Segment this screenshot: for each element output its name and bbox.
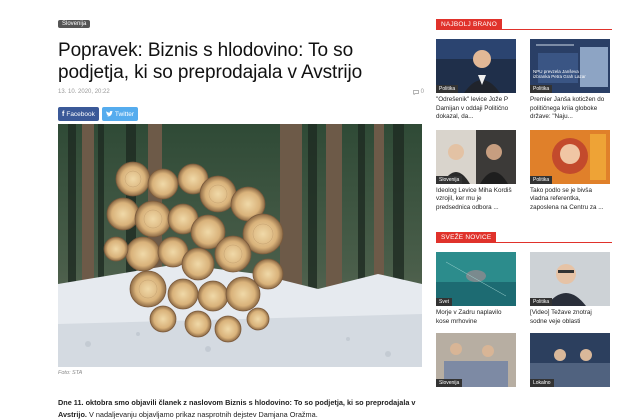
thumb-image: Slovenija (436, 129, 516, 184)
twitter-icon (106, 111, 113, 117)
thumb-image: Slovenija (436, 333, 516, 387)
article-meta: 13. 10. 2020, 20:22 0 (58, 89, 424, 95)
popular-item-title: "Odrešenik" levice Jože P Damijan v odda… (436, 96, 509, 120)
thumb-image: Lokalno (530, 333, 610, 387)
popular-item-3[interactable]: Slovenija Ideolog Levice Miha Kordiš vzr… (436, 129, 516, 213)
sidebar: NAJBOLJ BRANO Politika "Odrešenik" levic… (436, 18, 612, 387)
popular-item-2[interactable]: NPU prevzela Janševa izbranka Petra Grah… (530, 39, 610, 122)
thumb-overlay-text: NPU prevzela Janševa izbranka Petra Grah… (533, 69, 586, 79)
fresh-item-3[interactable]: Slovenija (436, 333, 516, 387)
popular-item-title: Premier Janša koticžen do političnega kr… (530, 96, 605, 120)
thumb-image: Politika (436, 39, 516, 93)
thumb-image: NPU prevzela Janševa izbranka Petra Grah… (530, 39, 610, 93)
article-date: 13. 10. 2020, 20:22 (58, 89, 110, 95)
article-lead: Dne 11. oktobra smo objavili članek z na… (58, 397, 424, 420)
twitter-share-button[interactable]: Twitter (101, 107, 139, 121)
popular-section: NAJBOLJ BRANO Politika "Odrešenik" levic… (436, 18, 612, 212)
popular-item-title: Tako podlo se je bivša vladna referentka… (530, 186, 604, 211)
fresh-news-section: SVEŽE NOVICE Svet Morje v Zadru naplavil… (436, 231, 612, 387)
facebook-share-button[interactable]: f Facebook (58, 107, 99, 121)
article-image-logs (58, 124, 422, 367)
comments-number: 0 (420, 89, 424, 95)
thumb-image: Politika (530, 252, 610, 306)
article-title: Popravek: Biznis s hlodovino: To so podj… (58, 40, 363, 83)
popular-item-1[interactable]: Politika "Odrešenik" levice Jože P Damij… (436, 39, 516, 122)
fresh-item-4[interactable]: Lokalno (530, 333, 610, 387)
fresh-item-title: [Video] Težave znotraj sodne veje oblast… (530, 309, 592, 325)
popular-heading: NAJBOLJ BRANO (436, 18, 612, 30)
popular-item-4[interactable]: Politika Tako podlo se je bivša vladna r… (530, 129, 610, 213)
share-buttons: f Facebook Twitter (58, 107, 424, 121)
fresh-news-heading: SVEŽE NOVICE (436, 231, 612, 243)
lead-rest: V nadaljevanju objavljamo prikaz nasprot… (86, 410, 318, 419)
log-pile-image (58, 124, 422, 367)
comments-count[interactable]: 0 (412, 89, 424, 95)
thumb-image: Politika (530, 129, 610, 184)
fresh-item-2[interactable]: Politika [Video] Težave znotraj sodne ve… (530, 252, 610, 326)
fresh-item-title: Morje v Zadru naplavilo kose mrhovine (436, 309, 502, 325)
image-caption: Foto: STA (58, 370, 83, 376)
twitter-label: Twitter (114, 110, 135, 118)
fresh-item-1[interactable]: Svet Morje v Zadru naplavilo kose mrhovi… (436, 252, 516, 326)
facebook-label: Facebook (66, 110, 95, 118)
facebook-icon: f (62, 110, 65, 118)
thumb-image: Svet (436, 252, 516, 306)
comment-icon (412, 89, 419, 95)
popular-item-title: Ideolog Levice Miha Kordiš vzrojil, ker … (436, 186, 512, 211)
category-badge[interactable]: Slovenija (58, 20, 91, 28)
article: Slovenija Popravek: Biznis s hlodovino: … (58, 12, 424, 420)
